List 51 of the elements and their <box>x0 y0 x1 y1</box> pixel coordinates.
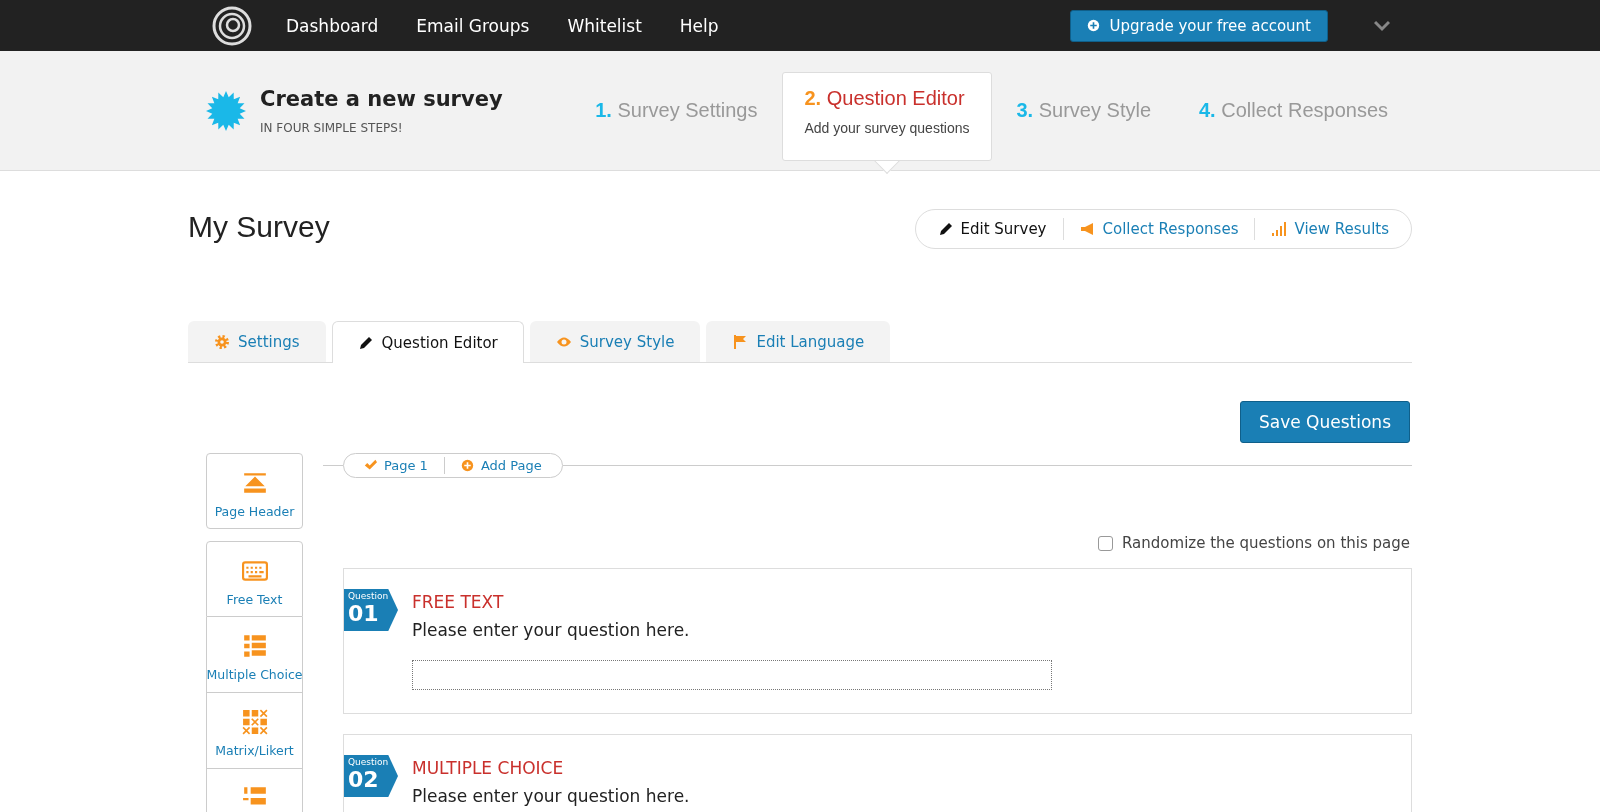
add-icon <box>460 459 474 472</box>
upload-icon <box>241 470 268 496</box>
list-icon <box>241 633 268 659</box>
logo-icon[interactable] <box>212 5 252 46</box>
question-number-badge: Question 01 <box>344 589 398 631</box>
wizard-step[interactable]: 2. Question Editor Add your survey questions <box>781 72 993 161</box>
question-type: MULTIPLE CHOICE <box>412 758 565 778</box>
question-type-item[interactable]: Free Text <box>206 541 303 617</box>
survey-action-link[interactable]: Edit Survey <box>921 218 1063 240</box>
bar-chart-icon <box>1271 221 1288 237</box>
wizard-step[interactable]: 3. Survey Style <box>992 99 1175 122</box>
question-type-item[interactable]: Multiple Choice <box>206 617 303 693</box>
check-icon <box>364 459 377 472</box>
starburst-icon <box>206 90 246 131</box>
survey-action-link[interactable]: Collect Responses <box>1062 218 1255 240</box>
question-type: FREE TEXT <box>412 592 505 612</box>
megaphone-icon <box>1079 221 1096 237</box>
nav-link[interactable]: Help <box>679 15 719 36</box>
chevron-down-icon[interactable] <box>1374 19 1390 32</box>
save-questions-button[interactable]: Save Questions <box>1239 401 1410 443</box>
grid-icon <box>241 709 268 735</box>
pencil-icon <box>357 334 374 351</box>
keyboard-icon <box>241 558 268 584</box>
answer-field[interactable] <box>412 660 1052 690</box>
question-text[interactable]: Please enter your question here. <box>412 786 1411 806</box>
flag-icon <box>732 334 749 350</box>
question-number-badge: Question 02 <box>344 755 398 797</box>
wizard-subtitle: IN FOUR SIMPLE STEPS! <box>260 120 404 135</box>
nav-link[interactable]: Dashboard <box>286 15 379 36</box>
wizard-step[interactable]: 4. Collect Responses <box>1175 99 1412 122</box>
add-icon <box>1086 19 1100 32</box>
tab[interactable]: Settings <box>188 321 326 362</box>
nav-link[interactable]: Email Groups <box>416 15 530 36</box>
checkbox[interactable] <box>1098 535 1114 551</box>
question-type-item[interactable]: Page Header <box>206 453 303 529</box>
upgrade-button[interactable]: Upgrade your free account <box>1069 9 1328 42</box>
page-link[interactable]: Page 1 <box>348 457 444 474</box>
checkbox-label: Randomize the questions on this page <box>1122 534 1410 552</box>
page-link[interactable]: Add Page <box>443 457 558 474</box>
settings-icon <box>214 334 230 350</box>
tab[interactable]: Survey Style <box>529 321 701 362</box>
survey-action-link[interactable]: View Results <box>1254 218 1405 240</box>
survey-title: My Survey <box>188 210 330 244</box>
question-text[interactable]: Please enter your question here. <box>412 620 1411 640</box>
wizard-title: Create a new survey <box>260 86 503 111</box>
pencil-icon <box>937 221 954 237</box>
question-type-item[interactable]: Matrix/Likert <box>206 693 303 769</box>
tab[interactable]: Edit Language <box>706 321 891 362</box>
tab[interactable]: Question Editor <box>331 321 524 363</box>
wizard-step[interactable]: 1. Survey Settings <box>571 99 782 122</box>
nav-link[interactable]: Whitelist <box>567 15 642 36</box>
